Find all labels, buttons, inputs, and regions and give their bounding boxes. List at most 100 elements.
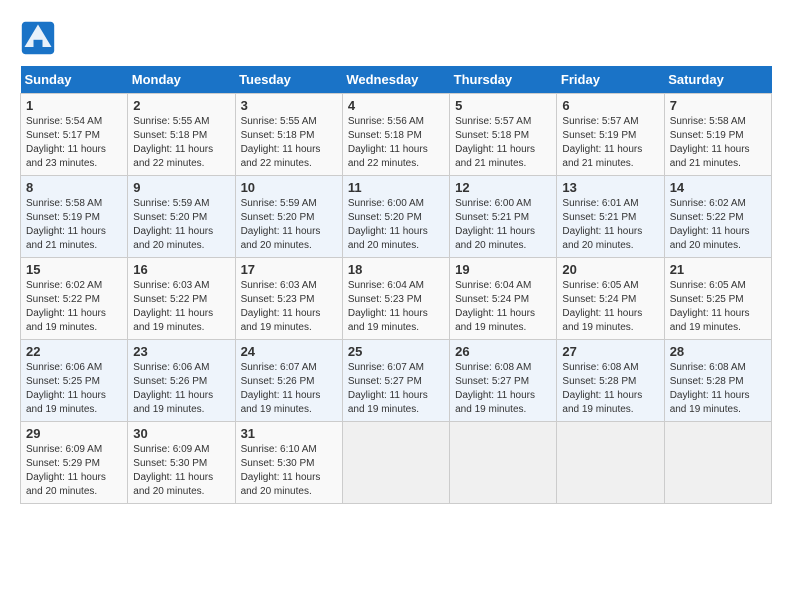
day-number: 29 <box>26 426 122 441</box>
day-info: Sunrise: 6:05 AM Sunset: 5:25 PM Dayligh… <box>670 279 766 335</box>
logo <box>20 20 62 56</box>
calendar-cell: 22 Sunrise: 6:06 AM Sunset: 5:25 PM Dayli… <box>21 340 128 422</box>
col-header-wednesday: Wednesday <box>342 66 449 94</box>
calendar-cell <box>450 422 557 504</box>
day-number: 1 <box>26 98 122 113</box>
calendar-cell: 18 Sunrise: 6:04 AM Sunset: 5:23 PM Dayli… <box>342 258 449 340</box>
calendar-cell: 7 Sunrise: 5:58 AM Sunset: 5:19 PM Daylig… <box>664 94 771 176</box>
day-info: Sunrise: 6:00 AM Sunset: 5:21 PM Dayligh… <box>455 197 551 253</box>
day-info: Sunrise: 6:07 AM Sunset: 5:26 PM Dayligh… <box>241 361 337 417</box>
day-number: 12 <box>455 180 551 195</box>
day-number: 10 <box>241 180 337 195</box>
day-info: Sunrise: 5:56 AM Sunset: 5:18 PM Dayligh… <box>348 115 444 171</box>
day-number: 26 <box>455 344 551 359</box>
calendar-cell: 3 Sunrise: 5:55 AM Sunset: 5:18 PM Daylig… <box>235 94 342 176</box>
day-info: Sunrise: 6:03 AM Sunset: 5:22 PM Dayligh… <box>133 279 229 335</box>
calendar-cell: 2 Sunrise: 5:55 AM Sunset: 5:18 PM Daylig… <box>128 94 235 176</box>
calendar-week-2: 8 Sunrise: 5:58 AM Sunset: 5:19 PM Daylig… <box>21 176 772 258</box>
calendar-cell: 16 Sunrise: 6:03 AM Sunset: 5:22 PM Dayli… <box>128 258 235 340</box>
calendar-cell <box>342 422 449 504</box>
calendar-cell: 25Sunrise: 6:07 AM Sunset: 5:27 PM Dayli… <box>342 340 449 422</box>
day-info: Sunrise: 6:08 AM Sunset: 5:27 PM Dayligh… <box>455 361 551 417</box>
calendar-week-1: 1Sunrise: 5:54 AM Sunset: 5:17 PM Daylig… <box>21 94 772 176</box>
calendar-cell: 24 Sunrise: 6:07 AM Sunset: 5:26 PM Dayli… <box>235 340 342 422</box>
calendar-cell: 26 Sunrise: 6:08 AM Sunset: 5:27 PM Dayli… <box>450 340 557 422</box>
calendar-cell: 1Sunrise: 5:54 AM Sunset: 5:17 PM Daylig… <box>21 94 128 176</box>
calendar-cell: 5Sunrise: 5:57 AM Sunset: 5:18 PM Daylig… <box>450 94 557 176</box>
calendar-cell: 20Sunrise: 6:05 AM Sunset: 5:24 PM Dayli… <box>557 258 664 340</box>
calendar-cell: 19 Sunrise: 6:04 AM Sunset: 5:24 PM Dayli… <box>450 258 557 340</box>
day-number: 19 <box>455 262 551 277</box>
calendar-week-4: 22 Sunrise: 6:06 AM Sunset: 5:25 PM Dayli… <box>21 340 772 422</box>
day-number: 7 <box>670 98 766 113</box>
day-info: Sunrise: 6:04 AM Sunset: 5:24 PM Dayligh… <box>455 279 551 335</box>
day-number: 13 <box>562 180 658 195</box>
calendar-cell: 29Sunrise: 6:09 AM Sunset: 5:29 PM Dayli… <box>21 422 128 504</box>
day-info: Sunrise: 6:06 AM Sunset: 5:26 PM Dayligh… <box>133 361 229 417</box>
day-number: 18 <box>348 262 444 277</box>
calendar-week-5: 29Sunrise: 6:09 AM Sunset: 5:29 PM Dayli… <box>21 422 772 504</box>
calendar-cell: 9 Sunrise: 5:59 AM Sunset: 5:20 PM Daylig… <box>128 176 235 258</box>
calendar-week-3: 15 Sunrise: 6:02 AM Sunset: 5:22 PM Dayli… <box>21 258 772 340</box>
day-number: 8 <box>26 180 122 195</box>
day-number: 28 <box>670 344 766 359</box>
logo-icon <box>20 20 56 56</box>
calendar-cell: 8 Sunrise: 5:58 AM Sunset: 5:19 PM Daylig… <box>21 176 128 258</box>
day-number: 21 <box>670 262 766 277</box>
calendar-cell: 30 Sunrise: 6:09 AM Sunset: 5:30 PM Dayli… <box>128 422 235 504</box>
col-header-sunday: Sunday <box>21 66 128 94</box>
day-number: 31 <box>241 426 337 441</box>
day-info: Sunrise: 5:58 AM Sunset: 5:19 PM Dayligh… <box>670 115 766 171</box>
day-info: Sunrise: 5:55 AM Sunset: 5:18 PM Dayligh… <box>241 115 337 171</box>
col-header-friday: Friday <box>557 66 664 94</box>
day-info: Sunrise: 5:57 AM Sunset: 5:19 PM Dayligh… <box>562 115 658 171</box>
day-number: 30 <box>133 426 229 441</box>
day-info: Sunrise: 6:03 AM Sunset: 5:23 PM Dayligh… <box>241 279 337 335</box>
calendar-cell: 6 Sunrise: 5:57 AM Sunset: 5:19 PM Daylig… <box>557 94 664 176</box>
calendar-cell: 13 Sunrise: 6:01 AM Sunset: 5:21 PM Dayli… <box>557 176 664 258</box>
day-number: 11 <box>348 180 444 195</box>
calendar-table: SundayMondayTuesdayWednesdayThursdayFrid… <box>20 66 772 504</box>
calendar-cell: 17 Sunrise: 6:03 AM Sunset: 5:23 PM Dayli… <box>235 258 342 340</box>
day-number: 3 <box>241 98 337 113</box>
page-header <box>20 20 772 56</box>
day-info: Sunrise: 6:02 AM Sunset: 5:22 PM Dayligh… <box>670 197 766 253</box>
day-number: 5 <box>455 98 551 113</box>
day-number: 17 <box>241 262 337 277</box>
day-info: Sunrise: 5:55 AM Sunset: 5:18 PM Dayligh… <box>133 115 229 171</box>
day-number: 9 <box>133 180 229 195</box>
day-info: Sunrise: 6:08 AM Sunset: 5:28 PM Dayligh… <box>670 361 766 417</box>
day-info: Sunrise: 6:01 AM Sunset: 5:21 PM Dayligh… <box>562 197 658 253</box>
col-header-saturday: Saturday <box>664 66 771 94</box>
day-info: Sunrise: 6:02 AM Sunset: 5:22 PM Dayligh… <box>26 279 122 335</box>
calendar-cell: 31Sunrise: 6:10 AM Sunset: 5:30 PM Dayli… <box>235 422 342 504</box>
day-info: Sunrise: 5:59 AM Sunset: 5:20 PM Dayligh… <box>133 197 229 253</box>
day-info: Sunrise: 6:00 AM Sunset: 5:20 PM Dayligh… <box>348 197 444 253</box>
day-number: 23 <box>133 344 229 359</box>
day-number: 16 <box>133 262 229 277</box>
calendar-cell: 27Sunrise: 6:08 AM Sunset: 5:28 PM Dayli… <box>557 340 664 422</box>
day-number: 6 <box>562 98 658 113</box>
day-number: 2 <box>133 98 229 113</box>
calendar-cell: 23 Sunrise: 6:06 AM Sunset: 5:26 PM Dayli… <box>128 340 235 422</box>
calendar-cell: 21 Sunrise: 6:05 AM Sunset: 5:25 PM Dayli… <box>664 258 771 340</box>
day-number: 15 <box>26 262 122 277</box>
calendar-cell: 12 Sunrise: 6:00 AM Sunset: 5:21 PM Dayli… <box>450 176 557 258</box>
day-info: Sunrise: 6:06 AM Sunset: 5:25 PM Dayligh… <box>26 361 122 417</box>
day-info: Sunrise: 6:05 AM Sunset: 5:24 PM Dayligh… <box>562 279 658 335</box>
day-info: Sunrise: 6:04 AM Sunset: 5:23 PM Dayligh… <box>348 279 444 335</box>
col-header-tuesday: Tuesday <box>235 66 342 94</box>
day-number: 4 <box>348 98 444 113</box>
day-number: 14 <box>670 180 766 195</box>
day-number: 24 <box>241 344 337 359</box>
calendar-cell <box>557 422 664 504</box>
calendar-cell: 28 Sunrise: 6:08 AM Sunset: 5:28 PM Dayli… <box>664 340 771 422</box>
day-info: Sunrise: 5:58 AM Sunset: 5:19 PM Dayligh… <box>26 197 122 253</box>
col-header-monday: Monday <box>128 66 235 94</box>
header-row: SundayMondayTuesdayWednesdayThursdayFrid… <box>21 66 772 94</box>
calendar-cell: 15 Sunrise: 6:02 AM Sunset: 5:22 PM Dayli… <box>21 258 128 340</box>
day-info: Sunrise: 6:09 AM Sunset: 5:30 PM Dayligh… <box>133 443 229 499</box>
day-number: 22 <box>26 344 122 359</box>
day-number: 27 <box>562 344 658 359</box>
calendar-cell: 4 Sunrise: 5:56 AM Sunset: 5:18 PM Daylig… <box>342 94 449 176</box>
